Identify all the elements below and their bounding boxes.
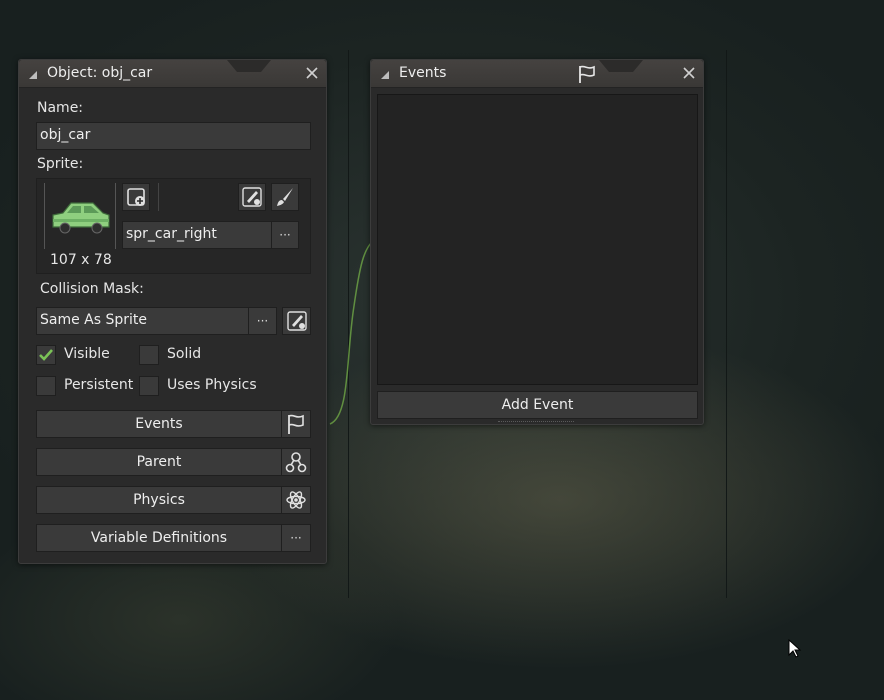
events-list[interactable] bbox=[377, 94, 698, 385]
uses-physics-label: Uses Physics bbox=[167, 377, 257, 393]
name-label: Name: bbox=[37, 100, 84, 116]
sprite-size: 107 x 78 bbox=[50, 252, 112, 268]
ellipsis-icon: ··· bbox=[290, 531, 302, 545]
persistent-label: Persistent bbox=[64, 377, 134, 393]
ellipsis-icon: ··· bbox=[279, 228, 291, 242]
new-sprite-icon bbox=[127, 188, 145, 206]
parent-icon-button[interactable] bbox=[281, 448, 311, 476]
sprite-preview[interactable] bbox=[44, 183, 116, 249]
physics-button[interactable]: Physics bbox=[36, 486, 282, 514]
physics-icon-button[interactable] bbox=[281, 486, 311, 514]
sprite-name-field[interactable]: spr_car_right bbox=[122, 221, 272, 249]
visible-checkbox[interactable] bbox=[36, 345, 56, 365]
edit-sprite-button[interactable] bbox=[238, 183, 266, 211]
sprite-label: Sprite: bbox=[37, 156, 84, 172]
ellipsis-icon: ··· bbox=[256, 314, 269, 328]
events-panel-titlebar[interactable]: Events bbox=[371, 60, 703, 88]
object-panel-titlebar[interactable]: Object: obj_car bbox=[19, 60, 326, 88]
mouse-pointer-icon bbox=[788, 639, 802, 658]
flag-icon bbox=[579, 65, 595, 83]
collision-mask-label: Collision Mask: bbox=[40, 281, 144, 297]
variable-definitions-button[interactable]: Variable Definitions bbox=[36, 524, 282, 552]
sprite-browse-button[interactable]: ··· bbox=[271, 221, 299, 249]
collision-mask-browse-button[interactable]: ··· bbox=[248, 307, 277, 335]
events-panel: Events Add Event bbox=[370, 59, 704, 425]
object-panel-title: Object: obj_car bbox=[47, 65, 153, 81]
toolbar-separator bbox=[158, 183, 159, 211]
edit-sprite-icon bbox=[242, 187, 262, 207]
atom-icon bbox=[286, 491, 306, 509]
flag-icon bbox=[288, 414, 304, 434]
name-field[interactable]: obj_car bbox=[36, 122, 311, 150]
canvas-divider-right bbox=[726, 50, 727, 598]
collision-mask-edit-button[interactable] bbox=[282, 307, 311, 335]
events-button[interactable]: Events bbox=[36, 410, 282, 438]
persistent-checkbox[interactable] bbox=[36, 376, 56, 396]
solid-checkbox[interactable] bbox=[139, 345, 159, 365]
object-panel: Object: obj_car Name: obj_car Sprite: 10… bbox=[18, 59, 327, 564]
new-sprite-button[interactable] bbox=[122, 183, 150, 211]
events-panel-title: Events bbox=[399, 65, 447, 81]
solid-label: Solid bbox=[167, 346, 202, 362]
add-event-button[interactable]: Add Event bbox=[377, 391, 698, 419]
collision-mask-field[interactable]: Same As Sprite bbox=[36, 307, 249, 335]
titlebar-notch bbox=[227, 60, 271, 72]
edit-image-button[interactable] bbox=[271, 183, 299, 211]
car-sprite-image bbox=[52, 202, 110, 234]
triangle-icon[interactable] bbox=[381, 71, 389, 79]
uses-physics-checkbox[interactable] bbox=[139, 376, 159, 396]
sprite-section: 107 x 78 spr_car_right ··· bbox=[36, 178, 311, 274]
triangle-icon[interactable] bbox=[29, 71, 37, 79]
titlebar-notch bbox=[599, 60, 643, 72]
variable-definitions-more-button[interactable]: ··· bbox=[281, 524, 311, 552]
close-icon[interactable] bbox=[682, 66, 696, 80]
parent-button[interactable]: Parent bbox=[36, 448, 282, 476]
resize-grip[interactable] bbox=[498, 421, 574, 424]
hierarchy-icon bbox=[285, 452, 307, 473]
paintbrush-icon bbox=[277, 188, 293, 206]
events-icon-button[interactable] bbox=[281, 410, 311, 438]
visible-label: Visible bbox=[64, 346, 110, 362]
close-icon[interactable] bbox=[305, 66, 319, 80]
edit-sprite-icon bbox=[286, 311, 307, 331]
checkmark-icon bbox=[39, 349, 53, 361]
